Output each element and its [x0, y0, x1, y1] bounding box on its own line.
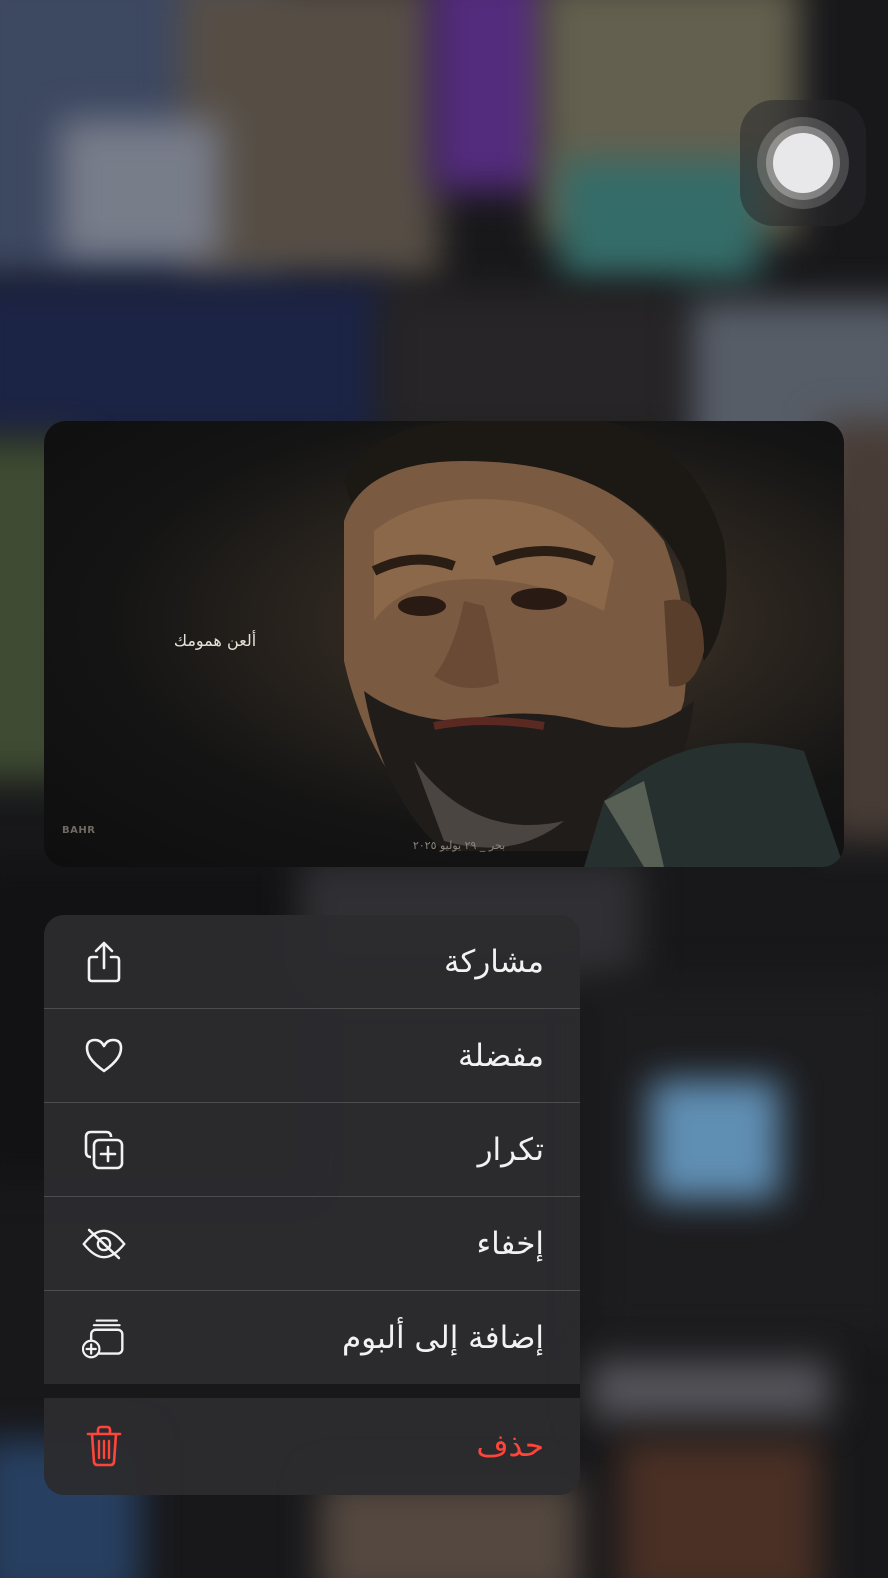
context-menu: مشاركة مفضلة تكرار إخفاء إضافة إلى ألبوم… — [44, 915, 580, 1495]
share-icon — [82, 940, 126, 984]
menu-item-label: مفضلة — [457, 1037, 544, 1074]
heart-icon — [82, 1034, 126, 1078]
image-logo: BAHR — [62, 825, 96, 836]
assistive-touch-button[interactable] — [740, 100, 866, 226]
menu-item-label: تكرار — [477, 1131, 544, 1168]
menu-item-label: إخفاء — [476, 1225, 544, 1262]
menu-item-label: إضافة إلى ألبوم — [341, 1319, 544, 1356]
menu-item-label: حذف — [476, 1428, 544, 1464]
duplicate-icon — [82, 1128, 126, 1172]
menu-item-delete[interactable]: حذف — [44, 1398, 580, 1494]
menu-item-label: مشاركة — [443, 943, 544, 980]
add-to-album-icon — [82, 1316, 126, 1360]
menu-section-divider — [44, 1384, 580, 1398]
photo-preview[interactable]: ألعن همومك بحر _ ٢٩ يوليو ٢٠٢٥ BAHR — [44, 421, 844, 867]
menu-item-favorite[interactable]: مفضلة — [44, 1009, 580, 1103]
menu-item-add-to-album[interactable]: إضافة إلى ألبوم — [44, 1291, 580, 1384]
trash-icon — [82, 1424, 126, 1468]
image-watermark-text: بحر _ ٢٩ يوليو ٢٠٢٥ — [412, 839, 506, 852]
menu-item-share[interactable]: مشاركة — [44, 915, 580, 1009]
eye-slash-icon — [82, 1222, 126, 1266]
image-caption: ألعن همومك — [173, 631, 257, 650]
menu-item-duplicate[interactable]: تكرار — [44, 1103, 580, 1197]
menu-item-hide[interactable]: إخفاء — [44, 1197, 580, 1291]
